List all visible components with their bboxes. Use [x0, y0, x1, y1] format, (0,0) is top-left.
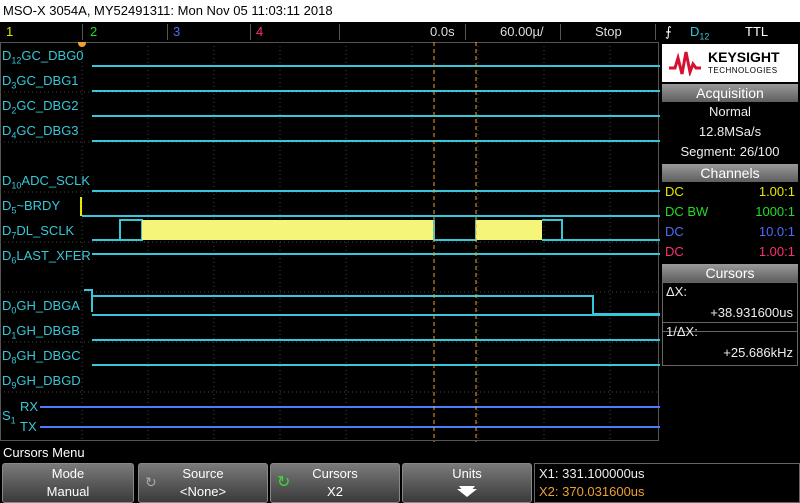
label-serial-rx: RX [20, 399, 39, 414]
mode-value: Manual [46, 484, 90, 499]
acquisition-header: Acquisition [662, 84, 798, 102]
label-last-xfer: D6LAST_XFER [2, 248, 91, 266]
waveform-svg [0, 42, 660, 442]
channel-row-3: DC 10.0:1 [665, 224, 795, 239]
divider [167, 24, 168, 40]
menu-title: Cursors Menu [3, 445, 85, 460]
side-panel: KEYSIGHT TECHNOLOGIES Acquisition Normal… [660, 42, 800, 442]
waveform-display[interactable]: D12GC_DBG0 D3GC_DBG1 D2GC_DBG2 D4GC_DBG3… [0, 42, 660, 442]
channel-3-indicator[interactable]: 3 [173, 22, 243, 42]
label-brdy: D5~BRDY [2, 198, 61, 216]
grid-lines [0, 42, 660, 442]
label-gc-dbg1: D3GC_DBG1 [2, 73, 79, 91]
divider [82, 24, 83, 40]
divider [465, 24, 466, 40]
label-gh-dbga: D0GH_DBGA [2, 298, 80, 316]
channel-4-indicator[interactable]: 4 [256, 22, 326, 42]
trace-dl-sclk [92, 219, 660, 241]
divider [560, 24, 561, 40]
title-bar: MSO-X 3054A, MY52491311: Mon Nov 05 11:0… [0, 0, 800, 22]
divider [250, 24, 251, 40]
trigger-position-marker [78, 42, 86, 47]
label-serial-bus: S1 [2, 408, 16, 426]
cursor-positions-box: X1: 331.100000us X2: 370.031600us [534, 463, 800, 503]
source-label: Source [182, 466, 224, 481]
inverse-delta-value: +25.686kHz [723, 345, 793, 360]
grid-border [0, 42, 659, 441]
label-gc-dbg3: D4GC_DBG3 [2, 123, 79, 141]
channel-row-4: DC 1.00:1 [665, 244, 795, 259]
mode-label: Mode [51, 466, 85, 481]
delta-x-label: ΔX: [666, 284, 687, 299]
cursors-header: Cursors [662, 264, 798, 282]
divider [339, 24, 340, 40]
source-value: <None> [179, 484, 227, 499]
label-gc-dbg2: D2GC_DBG2 [2, 98, 79, 116]
delta-x-value: +38.931600us [710, 305, 793, 320]
time-position[interactable]: 0.0s [430, 22, 455, 42]
acquisition-segment: Segment: 26/100 [680, 144, 780, 159]
trigger-icon: ⨍ [665, 24, 672, 39]
units-softkey[interactable]: Units [402, 463, 532, 503]
x2-position: X2: 370.031600us [539, 484, 645, 499]
cursor-inverse-box: 1/ΔX: +25.686kHz [662, 322, 798, 366]
channel-1-indicator[interactable]: 1 [6, 22, 76, 42]
source-softkey[interactable]: ↻ Source <None> [138, 463, 268, 503]
divider [655, 24, 656, 40]
acquisition-rate: 12.8MSa/s [698, 124, 762, 139]
x1-position: X1: 331.100000us [539, 466, 645, 481]
cursors-value: X2 [327, 484, 343, 499]
dl-sclk-burst-1 [142, 220, 434, 240]
instrument-title: MSO-X 3054A, MY52491311: Mon Nov 05 11:0… [3, 3, 333, 18]
label-gh-dbgb: D1GH_DBGB [2, 323, 80, 341]
brand-name: KEYSIGHT [708, 49, 780, 65]
cursors-softkey[interactable]: ↻ Cursors X2 [270, 463, 400, 503]
units-label: Units [452, 466, 482, 481]
label-gh-dbgd: D9GH_DBGD [2, 373, 81, 391]
label-serial-tx: TX [20, 419, 37, 434]
brand-subtitle: TECHNOLOGIES [708, 66, 778, 75]
acquisition-mode: Normal [709, 104, 751, 119]
channel-row-1: DC 1.00:1 [665, 184, 795, 199]
menu-title-bar: Cursors Menu [0, 444, 800, 462]
label-dl-sclk: D7DL_SCLK [2, 223, 75, 241]
channel-2-indicator[interactable]: 2 [90, 22, 160, 42]
channel-bar: 1 2 3 4 0.0s 60.00µ/ Stop ⨍ D12 TTL [0, 22, 800, 42]
channel-row-2: DC BW 1000:1 [665, 204, 795, 219]
trigger-level[interactable]: TTL [745, 22, 768, 42]
inverse-delta-label: 1/ΔX: [666, 324, 698, 339]
label-gh-dbgc: D8GH_DBGC [2, 348, 81, 366]
dl-sclk-burst-2 [476, 220, 542, 240]
brand-logo: KEYSIGHT TECHNOLOGIES [662, 44, 798, 82]
time-scale[interactable]: 60.00µ/ [500, 22, 544, 42]
label-gc-dbg0: D12GC_DBG0 [2, 48, 84, 66]
keysight-wave-icon [669, 51, 701, 76]
run-state[interactable]: Stop [595, 22, 622, 42]
trace-gh-dbga [91, 295, 660, 315]
cursors-label: Cursors [312, 466, 358, 481]
down-arrow-icon [455, 484, 479, 501]
mode-softkey[interactable]: Mode Manual [2, 463, 134, 503]
label-adc-sclk: D10ADC_SCLK [2, 173, 91, 191]
channels-header: Channels [662, 164, 798, 182]
